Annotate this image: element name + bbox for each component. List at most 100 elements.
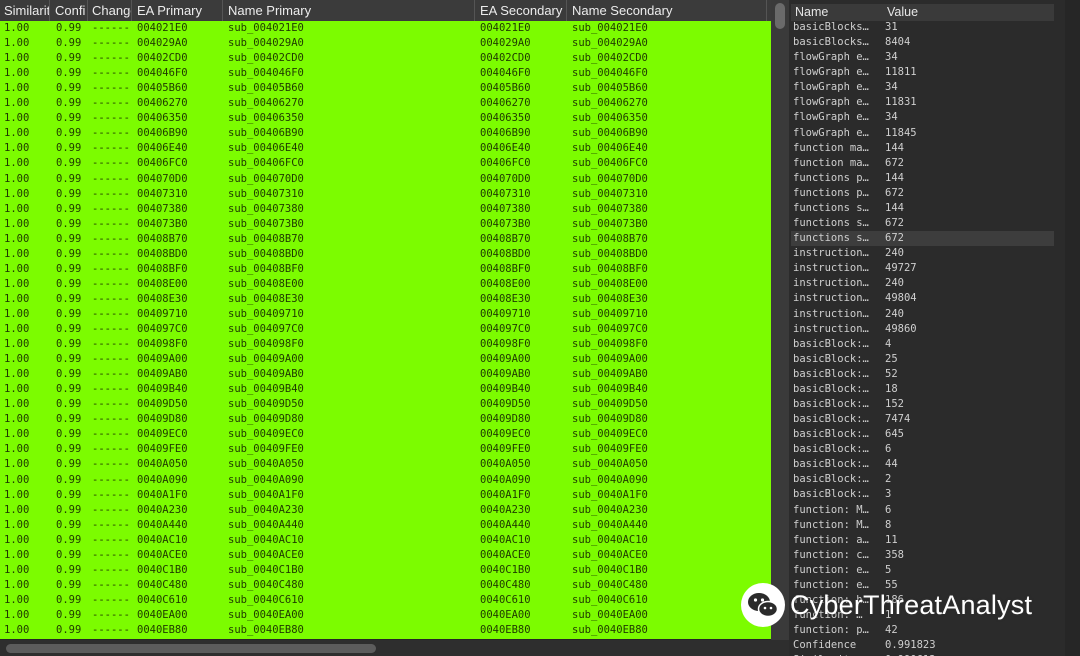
detail-row[interactable]: basicBlock:… 25: [791, 352, 1054, 367]
table-row[interactable]: 1.00 0.99 ------- 004098F0 sub_004098F0 00409…: [0, 337, 771, 352]
detail-row[interactable]: flowGraph e… 34: [791, 50, 1054, 65]
vertical-scrollbar-thumb[interactable]: [775, 3, 785, 29]
table-row[interactable]: 1.00 0.99 ------- 00409D80 sub_00409D80 00409…: [0, 412, 771, 427]
detail-row[interactable]: basicBlock:… 6: [791, 442, 1054, 457]
table-row[interactable]: 1.00 0.99 ------- 004046F0 sub_004046F0 00404…: [0, 66, 771, 81]
table-row[interactable]: 1.00 0.99 ------- 00407380 sub_00407380 00407…: [0, 202, 771, 217]
column-header-change[interactable]: Change: [88, 0, 132, 21]
table-row[interactable]: 1.00 0.99 ------- 00406350 sub_00406350 00406…: [0, 111, 771, 126]
detail-row[interactable]: basicBlocks… 8404: [791, 35, 1054, 50]
detail-row[interactable]: basicBlock:… 152: [791, 397, 1054, 412]
table-row[interactable]: 1.00 0.99 ------- 004029A0 sub_004029A0 00402…: [0, 36, 771, 51]
detail-row[interactable]: functions s… 144: [791, 201, 1054, 216]
detail-row[interactable]: Confidence 0.991823: [791, 638, 1054, 653]
detail-row[interactable]: flowGraph e… 34: [791, 110, 1054, 125]
detail-row[interactable]: basicBlock:… 2: [791, 472, 1054, 487]
table-row[interactable]: 1.00 0.99 ------- 0040C610 sub_0040C610 0040C…: [0, 593, 771, 608]
table-row[interactable]: 1.00 0.99 ------- 00408E30 sub_00408E30 00408…: [0, 292, 771, 307]
detail-row[interactable]: function: … 1: [791, 608, 1054, 623]
table-row[interactable]: 1.00 0.99 ------- 0040ACE0 sub_0040ACE0 0040A…: [0, 548, 771, 563]
detail-row[interactable]: functions p… 672: [791, 186, 1054, 201]
table-row[interactable]: 1.00 0.99 ------- 00409D50 sub_00409D50 00409…: [0, 397, 771, 412]
table-row[interactable]: 1.00 0.99 ------- 0040A230 sub_0040A230 0040A…: [0, 503, 771, 518]
detail-row[interactable]: instruction… 49804: [791, 291, 1054, 306]
table-row[interactable]: 1.00 0.99 ------- 00408BD0 sub_00408BD0 00408…: [0, 247, 771, 262]
detail-row[interactable]: instruction… 240: [791, 246, 1054, 261]
column-header-value[interactable]: Value: [883, 4, 1054, 21]
table-row[interactable]: 1.00 0.99 ------- 0040C480 sub_0040C480 0040C…: [0, 578, 771, 593]
table-row[interactable]: 1.00 0.99 ------- 0040EA00 sub_0040EA00 0040E…: [0, 608, 771, 623]
table-row[interactable]: 1.00 0.99 ------- 00408E00 sub_00408E00 00408…: [0, 277, 771, 292]
table-row[interactable]: 1.00 0.99 ------- 00402CD0 sub_00402CD0 00402…: [0, 51, 771, 66]
detail-row[interactable]: basicBlock:… 4: [791, 337, 1054, 352]
column-header-ea-primary[interactable]: EA Primary: [133, 0, 223, 21]
table-row[interactable]: 1.00 0.99 ------- 00408B70 sub_00408B70 00408…: [0, 232, 771, 247]
detail-row[interactable]: function: e… 55: [791, 578, 1054, 593]
detail-row[interactable]: basicBlock:… 3: [791, 487, 1054, 502]
detail-row[interactable]: instruction… 240: [791, 276, 1054, 291]
cell-similarity: 1.00: [4, 202, 30, 215]
table-row[interactable]: 1.00 0.99 ------- 004073B0 sub_004073B0 00407…: [0, 217, 771, 232]
table-row[interactable]: 1.00 0.99 ------- 00409B40 sub_00409B40 00409…: [0, 382, 771, 397]
detail-row[interactable]: function: a… 11: [791, 533, 1054, 548]
detail-row[interactable]: function: e… 5: [791, 563, 1054, 578]
column-header-confidence[interactable]: Confi: [51, 0, 88, 21]
column-header-name-secondary[interactable]: Name Secondary: [568, 0, 767, 21]
vertical-scrollbar[interactable]: [771, 0, 789, 640]
detail-row[interactable]: function: h… 186: [791, 593, 1054, 608]
column-header-ea-secondary[interactable]: EA Secondary: [476, 0, 567, 21]
detail-row[interactable]: basicBlock:… 44: [791, 457, 1054, 472]
column-header-name-primary[interactable]: Name Primary: [224, 0, 475, 21]
detail-row[interactable]: instruction… 240: [791, 307, 1054, 322]
detail-row[interactable]: instruction… 49727: [791, 261, 1054, 276]
detail-row[interactable]: function: M… 6: [791, 503, 1054, 518]
detail-row[interactable]: function ma… 144: [791, 141, 1054, 156]
column-header-similarity[interactable]: Similarit: [0, 0, 50, 21]
table-row[interactable]: 1.00 0.99 ------- 0040C1B0 sub_0040C1B0 0040C…: [0, 563, 771, 578]
table-row[interactable]: 1.00 0.99 ------- 00406FC0 sub_00406FC0 00406…: [0, 156, 771, 171]
details-scrollbar[interactable]: [1065, 0, 1080, 656]
table-row[interactable]: 1.00 0.99 ------- 0040A050 sub_0040A050 0040A…: [0, 457, 771, 472]
detail-row[interactable]: function: c… 358: [791, 548, 1054, 563]
detail-name: basicBlock:…: [793, 443, 869, 456]
column-header-name[interactable]: Name: [791, 4, 883, 21]
table-row[interactable]: 1.00 0.99 ------- 00406E40 sub_00406E40 00406…: [0, 141, 771, 156]
table-row[interactable]: 1.00 0.99 ------- 00408BF0 sub_00408BF0 00408…: [0, 262, 771, 277]
table-row[interactable]: 1.00 0.99 ------- 00406B90 sub_00406B90 00406…: [0, 126, 771, 141]
table-row[interactable]: 1.00 0.99 ------- 00409EC0 sub_00409EC0 00409…: [0, 427, 771, 442]
detail-row[interactable]: basicBlock:… 7474: [791, 412, 1054, 427]
detail-row[interactable]: basicBlock:… 52: [791, 367, 1054, 382]
horizontal-scrollbar-thumb[interactable]: [6, 644, 376, 653]
table-row[interactable]: 1.00 0.99 ------- 00409AB0 sub_00409AB0 00409…: [0, 367, 771, 382]
detail-row[interactable]: functions s… 672: [791, 231, 1054, 247]
table-row[interactable]: 1.00 0.99 ------- 0040A090 sub_0040A090 0040A…: [0, 473, 771, 488]
detail-row[interactable]: basicBlock:… 18: [791, 382, 1054, 397]
detail-row[interactable]: flowGraph e… 11845: [791, 126, 1054, 141]
table-row[interactable]: 1.00 0.99 ------- 00409FE0 sub_00409FE0 00409…: [0, 442, 771, 457]
table-row[interactable]: 1.00 0.99 ------- 00409A00 sub_00409A00 00409…: [0, 352, 771, 367]
table-row[interactable]: 1.00 0.99 ------- 00409710 sub_00409710 00409…: [0, 307, 771, 322]
table-row[interactable]: 1.00 0.99 ------- 0040AC10 sub_0040AC10 0040A…: [0, 533, 771, 548]
table-row[interactable]: 1.00 0.99 ------- 004070D0 sub_004070D0 00407…: [0, 172, 771, 187]
detail-row[interactable]: function: p… 42: [791, 623, 1054, 638]
table-row[interactable]: 1.00 0.99 ------- 00406270 sub_00406270 00406…: [0, 96, 771, 111]
table-row[interactable]: 1.00 0.99 ------- 00405B60 sub_00405B60 00405…: [0, 81, 771, 96]
detail-row[interactable]: function: M… 8: [791, 518, 1054, 533]
table-row[interactable]: 1.00 0.99 ------- 004021E0 sub_004021E0 00402…: [0, 21, 771, 36]
detail-row[interactable]: flowGraph e… 11831: [791, 95, 1054, 110]
cell-name-secondary: sub_00409EC0: [572, 428, 648, 441]
table-row[interactable]: 1.00 0.99 ------- 0040A440 sub_0040A440 0040A…: [0, 518, 771, 533]
table-row[interactable]: 1.00 0.99 ------- 0040EB80 sub_0040EB80 0040E…: [0, 623, 771, 638]
detail-row[interactable]: basicBlock:… 645: [791, 427, 1054, 442]
detail-row[interactable]: instruction… 49860: [791, 322, 1054, 337]
cell-name-secondary: sub_0040A050: [572, 458, 648, 471]
detail-row[interactable]: basicBlocks… 31: [791, 20, 1054, 35]
detail-row[interactable]: functions s… 672: [791, 216, 1054, 231]
detail-row[interactable]: function ma… 672: [791, 156, 1054, 171]
table-row[interactable]: 1.00 0.99 ------- 00407310 sub_00407310 00407…: [0, 187, 771, 202]
detail-row[interactable]: functions p… 144: [791, 171, 1054, 186]
table-row[interactable]: 1.00 0.99 ------- 004097C0 sub_004097C0 00409…: [0, 322, 771, 337]
detail-row[interactable]: flowGraph e… 11811: [791, 65, 1054, 80]
detail-row[interactable]: flowGraph e… 34: [791, 80, 1054, 95]
table-row[interactable]: 1.00 0.99 ------- 0040A1F0 sub_0040A1F0 0040A…: [0, 488, 771, 503]
